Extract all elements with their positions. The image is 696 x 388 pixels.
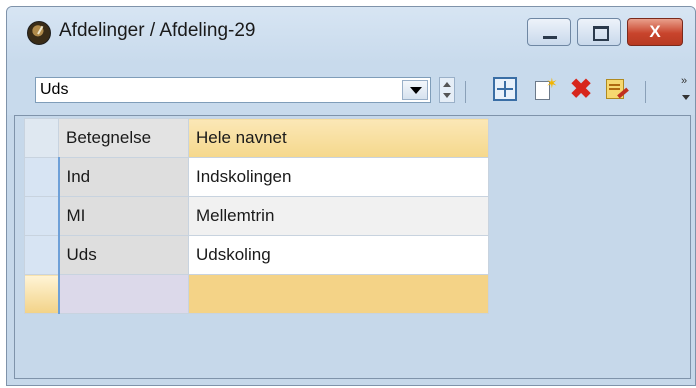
- window-title: Afdelinger / Afdeling-29: [59, 20, 256, 41]
- column-header-hele-navnet[interactable]: Hele navnet: [188, 118, 489, 158]
- edit-icon[interactable]: [605, 77, 629, 101]
- new-record-icon[interactable]: ✶: [533, 75, 558, 101]
- minimize-button[interactable]: [527, 18, 571, 46]
- close-icon: X: [649, 22, 661, 41]
- row-selector[interactable]: [24, 196, 60, 236]
- cell-hele-navnet[interactable]: Udskoling: [188, 235, 489, 275]
- combobox-value: Uds: [40, 81, 69, 98]
- row-selector-header[interactable]: [24, 118, 59, 158]
- maximize-icon: [593, 26, 609, 41]
- app-window: Afdelinger / Afdeling-29 X Uds ✶ ✖ » Bet…: [6, 6, 696, 386]
- new-row-selector[interactable]: [24, 274, 60, 314]
- column-header-betegnelse[interactable]: Betegnelse: [58, 118, 189, 158]
- cell-betegnelse[interactable]: MI: [58, 196, 189, 236]
- new-cell-betegnelse[interactable]: [58, 274, 189, 314]
- table-row[interactable]: MI Mellemtrin: [24, 196, 489, 236]
- cell-betegnelse[interactable]: Ind: [58, 157, 189, 197]
- grid-icon[interactable]: [493, 77, 517, 101]
- table-row[interactable]: Uds Udskoling: [24, 235, 489, 275]
- new-cell-hele-navnet[interactable]: [188, 274, 489, 314]
- record-spinner[interactable]: [439, 77, 455, 103]
- spin-up-icon[interactable]: [443, 82, 451, 87]
- toolbar-separator: [645, 81, 646, 103]
- minimize-icon: [543, 36, 557, 39]
- department-combobox[interactable]: Uds: [35, 77, 431, 103]
- row-selector[interactable]: [24, 235, 60, 275]
- toolbar-overflow-icon[interactable]: [681, 75, 690, 105]
- new-row[interactable]: [24, 274, 489, 314]
- maximize-button[interactable]: [577, 18, 621, 46]
- clock-icon: [27, 21, 51, 45]
- delete-icon[interactable]: ✖: [569, 76, 593, 103]
- title-bar[interactable]: Afdelinger / Afdeling-29 X: [7, 7, 695, 63]
- data-grid: Betegnelse Hele navnet Ind Indskolingen …: [14, 115, 691, 379]
- spin-down-icon[interactable]: [443, 93, 451, 98]
- departments-table: Betegnelse Hele navnet Ind Indskolingen …: [24, 118, 489, 314]
- cell-hele-navnet[interactable]: Mellemtrin: [188, 196, 489, 236]
- table-header: Betegnelse Hele navnet: [24, 118, 489, 158]
- close-button[interactable]: X: [627, 18, 683, 46]
- table-row[interactable]: Ind Indskolingen: [24, 157, 489, 197]
- cell-betegnelse[interactable]: Uds: [58, 235, 189, 275]
- toolbar: Uds ✶ ✖: [7, 63, 695, 115]
- dropdown-arrow-icon[interactable]: [402, 80, 428, 100]
- row-selector[interactable]: [24, 157, 60, 197]
- toolbar-separator: [465, 81, 466, 103]
- cell-hele-navnet[interactable]: Indskolingen: [188, 157, 489, 197]
